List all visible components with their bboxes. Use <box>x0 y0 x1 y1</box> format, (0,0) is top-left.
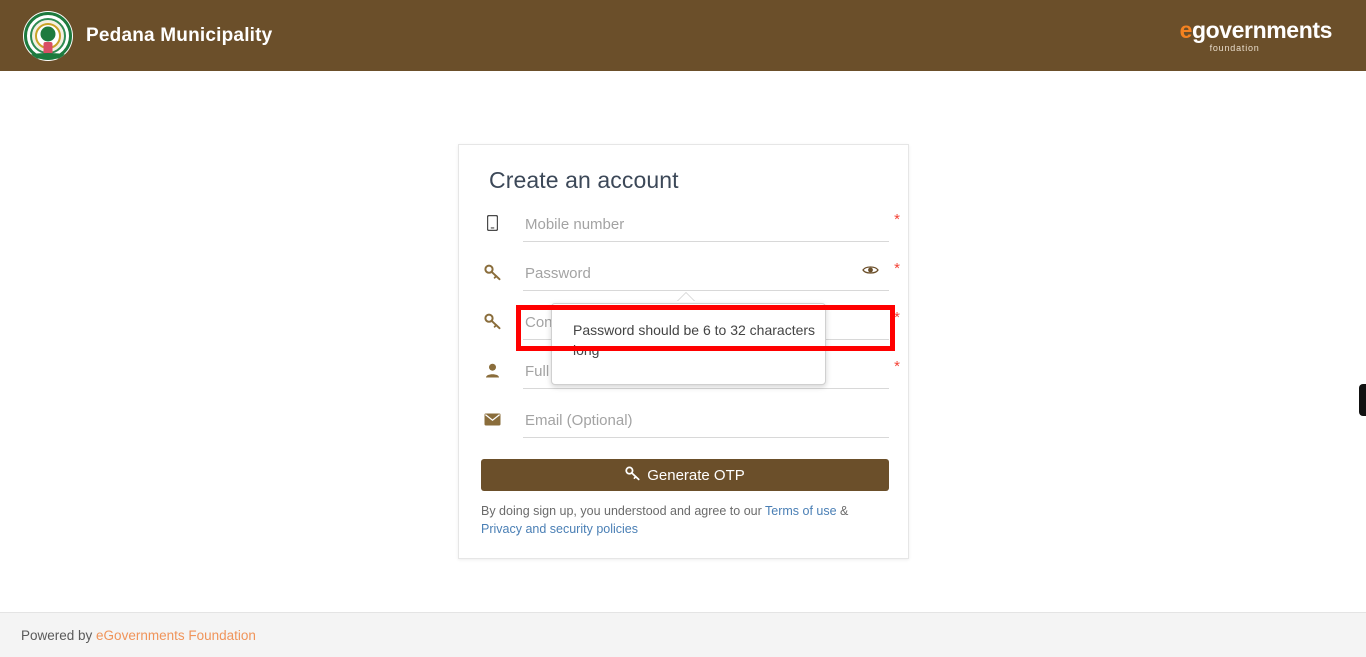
main-content: Create an account * <box>0 71 1366 612</box>
app-footer: Powered by eGovernments Foundation <box>0 612 1366 657</box>
generate-otp-label: Generate OTP <box>647 466 745 484</box>
terms-separator: & <box>836 504 849 518</box>
required-asterisk: * <box>894 309 900 326</box>
required-asterisk: * <box>894 211 900 228</box>
terms-of-use-link[interactable]: Terms of use <box>765 504 837 518</box>
key-icon <box>481 262 503 282</box>
tooltip-message: Password should be 6 to 32 characters lo… <box>573 322 816 358</box>
egovernments-foundation-link[interactable]: eGovernments Foundation <box>96 628 256 643</box>
password-hint-tooltip: Password should be 6 to 32 characters lo… <box>551 303 826 385</box>
envelope-icon <box>481 409 503 429</box>
brand-sub-text: foundation <box>1209 43 1260 53</box>
key-icon <box>481 311 503 331</box>
mobile-number-input[interactable] <box>523 211 889 242</box>
signup-card: Create an account * <box>458 144 909 559</box>
password-input[interactable] <box>523 260 889 291</box>
key-icon <box>625 466 640 485</box>
egovernments-logo: egovernments foundation <box>1179 17 1333 53</box>
footer-lead-text: Powered by <box>21 627 97 643</box>
required-asterisk: * <box>894 358 900 375</box>
brand-main-text: governments <box>1191 17 1332 43</box>
privacy-policy-link[interactable]: Privacy and security policies <box>481 522 638 536</box>
right-edge-handle[interactable] <box>1359 384 1366 416</box>
app-header: Pedana Municipality egovernments foundat… <box>0 0 1366 71</box>
card-heading: Create an account <box>489 167 679 193</box>
terms-lead-text: By doing sign up, you understood and agr… <box>481 504 766 518</box>
email-input[interactable] <box>523 407 889 438</box>
terms-and-conditions: By doing sign up, you understood and agr… <box>481 502 871 538</box>
field-row-password: * <box>481 260 900 294</box>
mobile-phone-icon <box>481 213 503 233</box>
eye-icon[interactable] <box>862 263 879 281</box>
brand-e-letter: e <box>1179 17 1193 43</box>
tooltip-arrow-icon <box>677 293 695 302</box>
government-emblem-icon <box>23 10 73 61</box>
page-title: Pedana Municipality <box>86 24 273 46</box>
user-icon <box>481 360 503 380</box>
required-asterisk: * <box>894 260 900 277</box>
generate-otp-button[interactable]: Generate OTP <box>481 459 889 491</box>
footer-credit: Powered by eGovernments Foundation <box>21 628 256 643</box>
field-row-email <box>481 407 889 441</box>
field-row-mobile: * <box>481 211 900 245</box>
